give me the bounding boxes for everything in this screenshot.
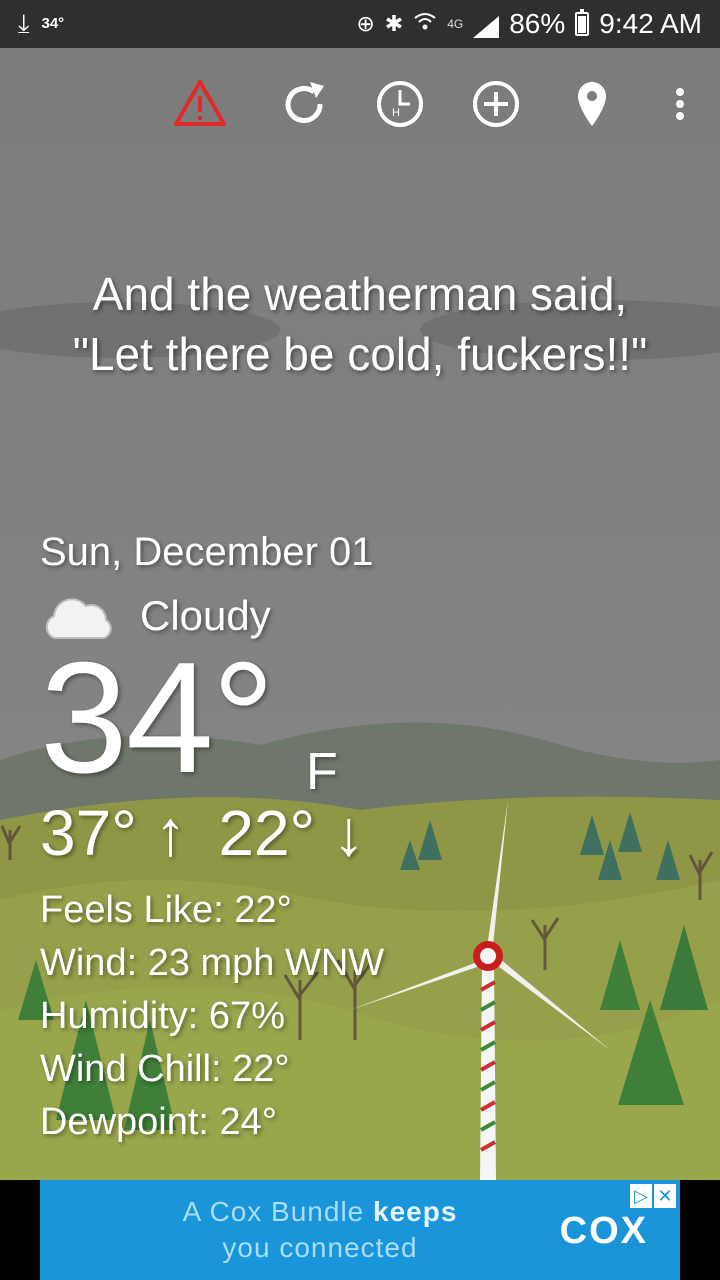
clock: 9:42 AM <box>599 8 702 39</box>
low-temperature: 22° <box>218 797 316 869</box>
data-saver-icon: ⊕ <box>356 11 375 36</box>
wind-chill: Wind Chill: 22° <box>40 1048 290 1090</box>
close-icon[interactable]: ✕ <box>654 1184 676 1208</box>
add-location-icon <box>473 81 519 127</box>
wifi-icon <box>413 10 437 38</box>
ad-brand-logo: COX <box>559 1210 648 1252</box>
current-weather-panel: Sun, December 01 Cloudy 34° F 37° ↑ 22° … <box>40 528 384 1149</box>
current-temperature: 34° <box>40 630 275 806</box>
ad-info-icon[interactable]: ▷ <box>630 1184 652 1208</box>
ad-choices[interactable]: ▷ ✕ <box>630 1184 676 1208</box>
toolbar: H <box>0 72 720 136</box>
location-button[interactable] <box>560 72 624 136</box>
feels-like: Feels Like: 22° <box>40 889 292 931</box>
battery-percentage: 86% <box>509 8 566 39</box>
arrow-down-icon: ↓ <box>332 797 365 869</box>
arrow-up-icon: ↑ <box>154 797 187 869</box>
history-button[interactable]: H <box>368 72 432 136</box>
temperature-unit: F <box>306 743 338 801</box>
history-clock-icon: H <box>377 81 423 127</box>
svg-text:H: H <box>392 107 400 119</box>
signal-icon <box>473 13 500 38</box>
high-temperature: 37° <box>40 797 137 869</box>
battery-icon <box>575 9 590 36</box>
alert-button[interactable] <box>168 72 232 136</box>
refresh-button[interactable] <box>272 72 336 136</box>
high-low-temperature: 37° ↑ 22° ↓ <box>40 798 384 868</box>
dewpoint: Dewpoint: 24° <box>40 1101 277 1143</box>
alert-icon <box>174 80 226 126</box>
refresh-icon <box>285 82 324 123</box>
location-pin-icon <box>578 82 606 126</box>
forecast-date: Sun, December 01 <box>40 530 374 574</box>
weather-tagline: And the weatherman said, "Let there be c… <box>72 268 648 380</box>
ad-content[interactable]: A Cox Bundle keeps you connected COX ▷ ✕ <box>40 1180 680 1280</box>
download-icon: ⤓ <box>18 8 30 38</box>
status-bar: ⤓ 34° ⊕ ✱ 4G 86% 9:42 AM <box>0 0 720 48</box>
overflow-menu-button[interactable] <box>644 72 708 136</box>
ad-banner: A Cox Bundle keeps you connected COX ▷ ✕ <box>0 1180 720 1280</box>
more-vertical-icon <box>676 88 684 120</box>
ad-text: A Cox Bundle keeps you connected <box>182 1196 458 1263</box>
humidity: Humidity: 67% <box>40 995 285 1037</box>
weather-details: Feels Like: 22° Wind: 23 mph WNW Humidit… <box>40 884 384 1149</box>
add-location-button[interactable] <box>464 72 528 136</box>
status-temperature: 34° <box>41 14 65 32</box>
network-type: 4G <box>447 17 464 31</box>
bluetooth-icon: ✱ <box>384 11 404 36</box>
wind: Wind: 23 mph WNW <box>40 942 385 984</box>
